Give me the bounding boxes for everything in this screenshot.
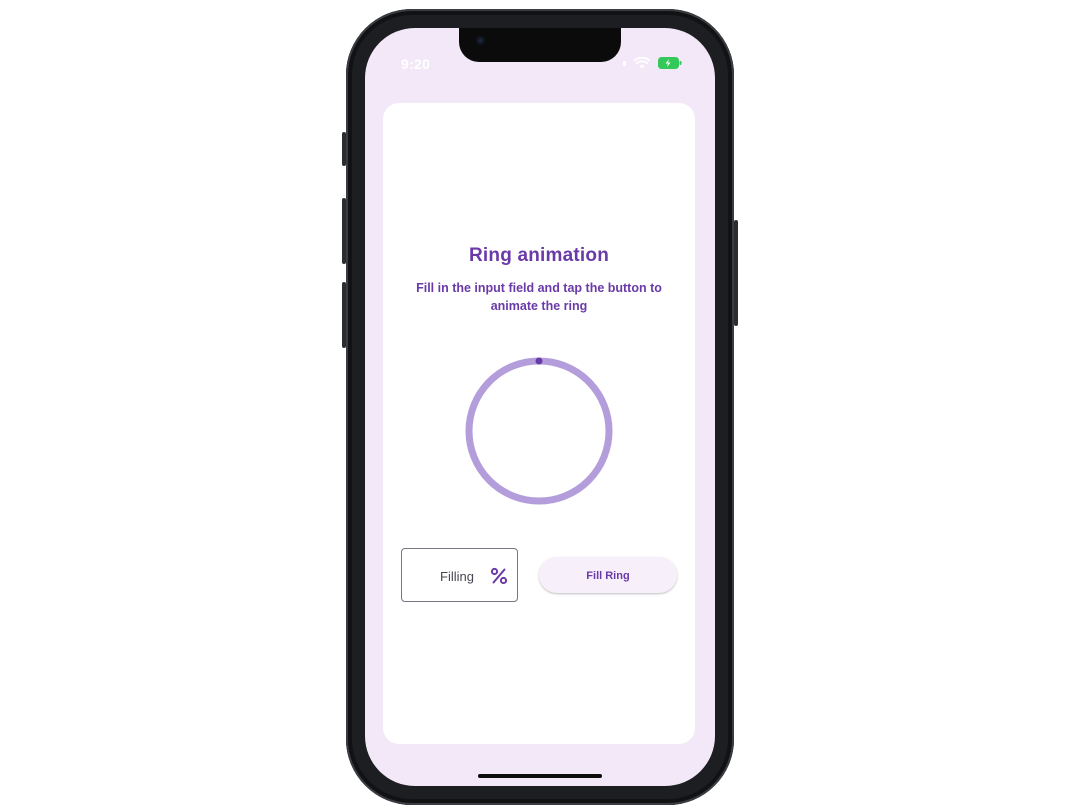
fill-ring-button[interactable]: Fill Ring [539,557,677,593]
status-time: 9:20 [401,56,431,72]
percent-icon [490,567,508,585]
power-button [734,220,738,326]
ring-track [465,357,613,505]
status-indicators [623,56,682,70]
filling-input[interactable]: Filling [401,548,518,602]
page-title: Ring animation [468,245,610,266]
filling-input-label: Filling [440,569,474,584]
screenshot-stage: 9:20 Ring animation Fill in the input fi… [0,0,1080,810]
signal-icon [623,60,626,66]
battery-icon [658,57,682,69]
home-indicator [478,774,602,778]
wifi-icon [634,57,650,69]
phone-frame: 9:20 Ring animation Fill in the input fi… [346,9,734,805]
notch [459,28,621,62]
page-subtitle: Fill in the input field and tap the butt… [416,281,662,313]
progress-ring [465,357,613,505]
phone-screen: 9:20 Ring animation Fill in the input fi… [365,28,715,786]
front-camera [476,36,485,45]
content-card: Ring animation Fill in the input field a… [383,103,695,744]
